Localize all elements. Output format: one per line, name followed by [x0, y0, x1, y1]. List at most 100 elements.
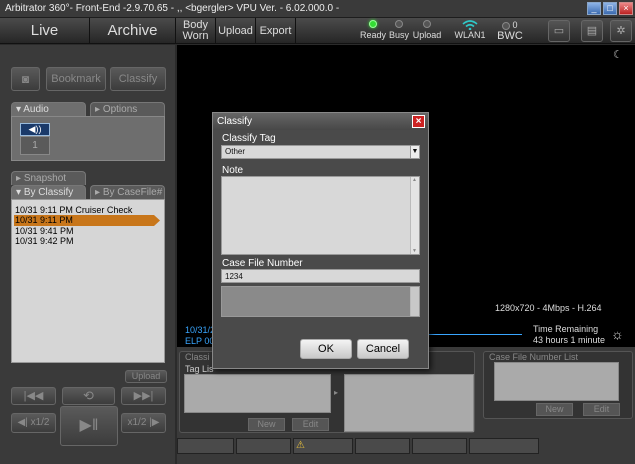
wifi-icon — [462, 20, 478, 30]
tab-archive[interactable]: Archive — [90, 18, 176, 44]
list-item[interactable]: 10/31 9:42 PM — [15, 236, 145, 246]
classify-list: 10/31 9:11 PM Cruiser Check 10/31 9:11 P… — [11, 199, 165, 363]
forward-icon: |▶ — [146, 417, 160, 428]
slow-reverse-button[interactable]: ◀| x1/2 — [11, 413, 56, 433]
case-list-label: Case File Number List — [489, 352, 579, 362]
brightness-icon[interactable]: ☼ — [611, 326, 624, 342]
tab-by-casefile-label: By CaseFile# — [102, 187, 163, 198]
dialog-close-button[interactable]: × — [412, 115, 425, 128]
tab-export[interactable]: Export — [256, 18, 296, 44]
bottom-tab-3[interactable]: ⚠ — [293, 438, 353, 454]
minimize-button[interactable]: _ — [587, 2, 601, 15]
close-window-button[interactable]: × — [619, 2, 633, 15]
classify-dialog: Classify × Classify Tag Other ▼ Note ▲ ▼… — [212, 112, 429, 369]
case-file-suggestions[interactable] — [221, 286, 420, 317]
tab-options[interactable]: ▸ Options — [90, 102, 165, 116]
tab-snapshot-arrow-icon: ▸ — [16, 173, 24, 184]
status-upload-label: Upload — [412, 30, 442, 40]
case-file-number-input[interactable]: 1234 — [221, 269, 420, 283]
bottom-tab-2[interactable] — [236, 438, 291, 454]
skip-back-button[interactable]: |◀◀ — [11, 387, 56, 405]
selected-tag-list[interactable] — [344, 374, 474, 432]
classify-tag-select[interactable]: Other ▼ — [221, 145, 420, 159]
tab-by-classify[interactable]: ▾ By Classify — [11, 185, 86, 199]
ready-led-icon — [369, 20, 377, 28]
chevron-down-icon[interactable]: ▼ — [410, 146, 419, 158]
upload-button[interactable]: Upload — [125, 370, 167, 383]
maximize-button[interactable]: □ — [603, 2, 617, 15]
case-file-list[interactable] — [494, 362, 619, 401]
tab-snapshot[interactable]: ▸ Snapshot — [11, 171, 86, 185]
classify-button[interactable]: Classify — [110, 67, 166, 91]
bwc-led-icon — [502, 21, 511, 30]
scroll-up-icon[interactable]: ▲ — [412, 177, 417, 183]
tab-options-arrow-icon: ▸ — [95, 104, 103, 115]
rewind-icon: ◀| — [17, 417, 31, 428]
scroll-down-icon[interactable]: ▼ — [412, 248, 417, 254]
night-mode-icon[interactable]: ☾ — [613, 48, 623, 61]
classify-tag-value: Other — [225, 147, 246, 156]
bottom-tab-6[interactable] — [469, 438, 539, 454]
tab-options-label: Options — [102, 104, 138, 115]
tab-upload[interactable]: Upload — [216, 18, 256, 44]
note-textarea[interactable]: ▲ ▼ — [221, 176, 420, 255]
speaker-icon[interactable]: ◀)) — [20, 123, 50, 136]
list-item-selected-label: 10/31 9:11 PM — [15, 215, 73, 225]
status-upload: Upload — [409, 20, 445, 40]
classify-tag-label: Classify Tag — [222, 133, 276, 144]
tag-list[interactable] — [184, 374, 331, 413]
list-item-selected[interactable]: 10/31 9:11 PM — [14, 215, 160, 226]
ok-button[interactable]: OK — [300, 339, 352, 359]
play-pause-button[interactable]: ▶‖ — [60, 406, 118, 446]
audio-channel[interactable]: 1 — [20, 136, 50, 155]
status-bwc-label: BWC — [497, 30, 523, 42]
tab-audio-label: Audio — [23, 104, 49, 115]
tab-body-worn[interactable]: Body Worn — [176, 18, 216, 44]
audio-panel: ◀)) 1 — [11, 116, 165, 161]
note-label: Note — [222, 165, 244, 176]
list-item[interactable]: 10/31 9:11 PM Cruiser Check — [15, 205, 145, 215]
tab-snapshot-label: Snapshot — [23, 173, 67, 184]
play-pause-icon: ▶‖ — [79, 417, 99, 434]
window-title: Arbitrator 360°- Front-End -2.9.70.65 - … — [5, 3, 340, 14]
time-remaining-label: Time Remaining — [533, 324, 599, 334]
tab-audio[interactable]: ▾ Audio — [11, 102, 86, 116]
classify-group-label: Classi — [185, 352, 210, 362]
tag-edit-button[interactable]: Edit — [292, 418, 329, 431]
case-new-button[interactable]: New — [536, 403, 573, 416]
loop-button[interactable]: ⟲ — [62, 387, 115, 405]
bottom-tab-1[interactable] — [177, 438, 234, 454]
tab-live[interactable]: Live — [0, 18, 90, 44]
slow-forward-label: x1/2 — [127, 417, 147, 428]
note-scrollbar[interactable]: ▲ ▼ — [410, 177, 419, 254]
suggestions-scrollbar[interactable] — [410, 287, 419, 316]
bookmark-button[interactable]: Bookmark — [46, 67, 106, 91]
tab-by-classify-arrow-icon: ▾ — [16, 187, 24, 198]
arrow-right-icon: ▸ — [334, 388, 339, 397]
left-control-panel: ◙ Bookmark Classify ▾ Audio ▸ Options ◀)… — [0, 45, 175, 464]
list-item[interactable]: 10/31 9:41 PM — [15, 226, 145, 236]
screen-layout-icon[interactable]: ▭ — [548, 20, 570, 42]
status-bwc: 0 BWC — [495, 20, 525, 42]
bottom-tab-4[interactable] — [355, 438, 410, 454]
time-remaining-value: 43 hours 1 minute — [533, 335, 606, 345]
tag-new-button[interactable]: New — [248, 418, 285, 431]
cancel-button[interactable]: Cancel — [357, 339, 409, 359]
tab-by-classify-label: By Classify — [23, 187, 74, 198]
video-resolution: 1280x720 - 4Mbps - H.264 — [495, 303, 602, 313]
warning-icon: ⚠ — [296, 440, 305, 451]
hd-icon[interactable]: ▤ — [581, 20, 603, 42]
skip-back-icon: |◀◀ — [23, 390, 44, 402]
loop-icon: ⟲ — [83, 388, 94, 403]
video-date: 10/31/2 — [185, 325, 216, 335]
tab-by-casefile[interactable]: ▸ By CaseFile# — [90, 185, 165, 199]
bottom-tab-5[interactable] — [412, 438, 467, 454]
settings-gear-icon[interactable]: ✲ — [610, 20, 632, 42]
skip-forward-button[interactable]: ▶▶| — [121, 387, 166, 405]
slow-forward-button[interactable]: x1/2 |▶ — [121, 413, 166, 433]
snapshot-camera-button[interactable]: ◙ — [11, 67, 40, 91]
status-busy-label: Busy — [388, 30, 409, 40]
case-edit-button[interactable]: Edit — [583, 403, 620, 416]
status-wlan: WLAN1 — [452, 20, 488, 40]
status-wlan-label: WLAN1 — [454, 30, 486, 40]
